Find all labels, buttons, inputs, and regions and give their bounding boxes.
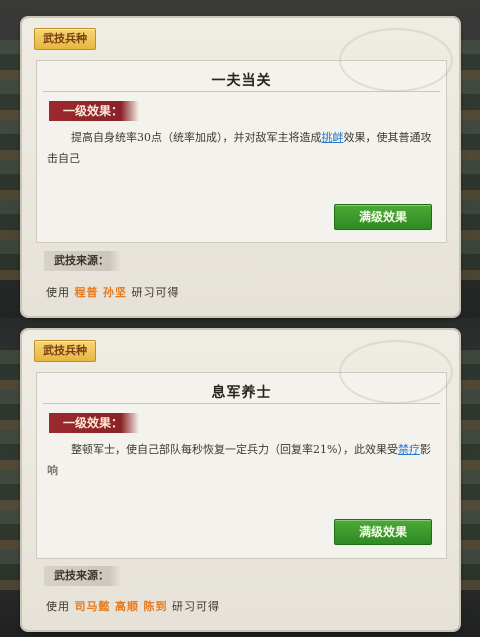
skill-source-line: 使用 程普 孙坚 研习可得 [46, 284, 180, 300]
description-text: 提高自身统率30点（统率加成），并对敌军主将造成 [71, 131, 322, 144]
max-level-effect-button[interactable]: 满级效果 [334, 519, 432, 545]
title-divider [43, 403, 440, 404]
skill-card: 息军养士 一级效果： 整顿军士，使自己部队每秒恢复一定兵力（回复率21%），此效… [36, 372, 447, 559]
skill-source-line: 使用 司马懿 高顺 陈到 研习可得 [46, 598, 220, 614]
title-divider [43, 91, 440, 92]
level-effect-tag: 一级效果： [49, 413, 140, 433]
skill-source-label: 武技来源： [44, 251, 121, 271]
description-text: 整顿军士，使自己部队每秒恢复一定兵力（回复率21%），此效果受 [71, 443, 398, 456]
skill-name: 一夫当关 [211, 73, 272, 89]
skill-title-bar: 一夫当关 [37, 67, 446, 93]
skill-title-bar: 息军养士 [37, 379, 446, 405]
skill-panel: 武技兵种 一夫当关 一级效果： 提高自身统率30点（统率加成），并对敌军主将造成… [22, 18, 459, 316]
effect-keyword-link[interactable]: 禁疗 [398, 443, 420, 456]
skill-name: 息军养士 [211, 385, 272, 401]
skill-category-tag: 武技兵种 [34, 340, 96, 362]
source-general[interactable]: 陈到 [144, 600, 168, 613]
source-suffix: 研习可得 [172, 600, 220, 613]
source-general[interactable]: 高顺 [115, 600, 139, 613]
max-level-effect-button[interactable]: 满级效果 [334, 204, 432, 230]
skill-description: 提高自身统率30点（统率加成），并对敌军主将造成挑衅效果，使其普通攻击自己 [47, 127, 432, 169]
skill-panel: 武技兵种 息军养士 一级效果： 整顿军士，使自己部队每秒恢复一定兵力（回复率21… [22, 330, 459, 630]
skill-card: 一夫当关 一级效果： 提高自身统率30点（统率加成），并对敌军主将造成挑衅效果，… [36, 60, 447, 243]
level-effect-tag: 一级效果： [49, 101, 140, 121]
skill-category-tag: 武技兵种 [34, 28, 96, 50]
source-prefix: 使用 [46, 600, 70, 613]
skill-source-label: 武技来源： [44, 566, 121, 586]
skill-description: 整顿军士，使自己部队每秒恢复一定兵力（回复率21%），此效果受禁疗影响 [47, 439, 432, 481]
source-general[interactable]: 司马懿 [75, 600, 111, 613]
source-general[interactable]: 孙坚 [103, 286, 127, 299]
source-prefix: 使用 [46, 286, 70, 299]
source-general[interactable]: 程普 [75, 286, 99, 299]
effect-keyword-link[interactable]: 挑衅 [322, 131, 344, 144]
source-suffix: 研习可得 [131, 286, 180, 299]
